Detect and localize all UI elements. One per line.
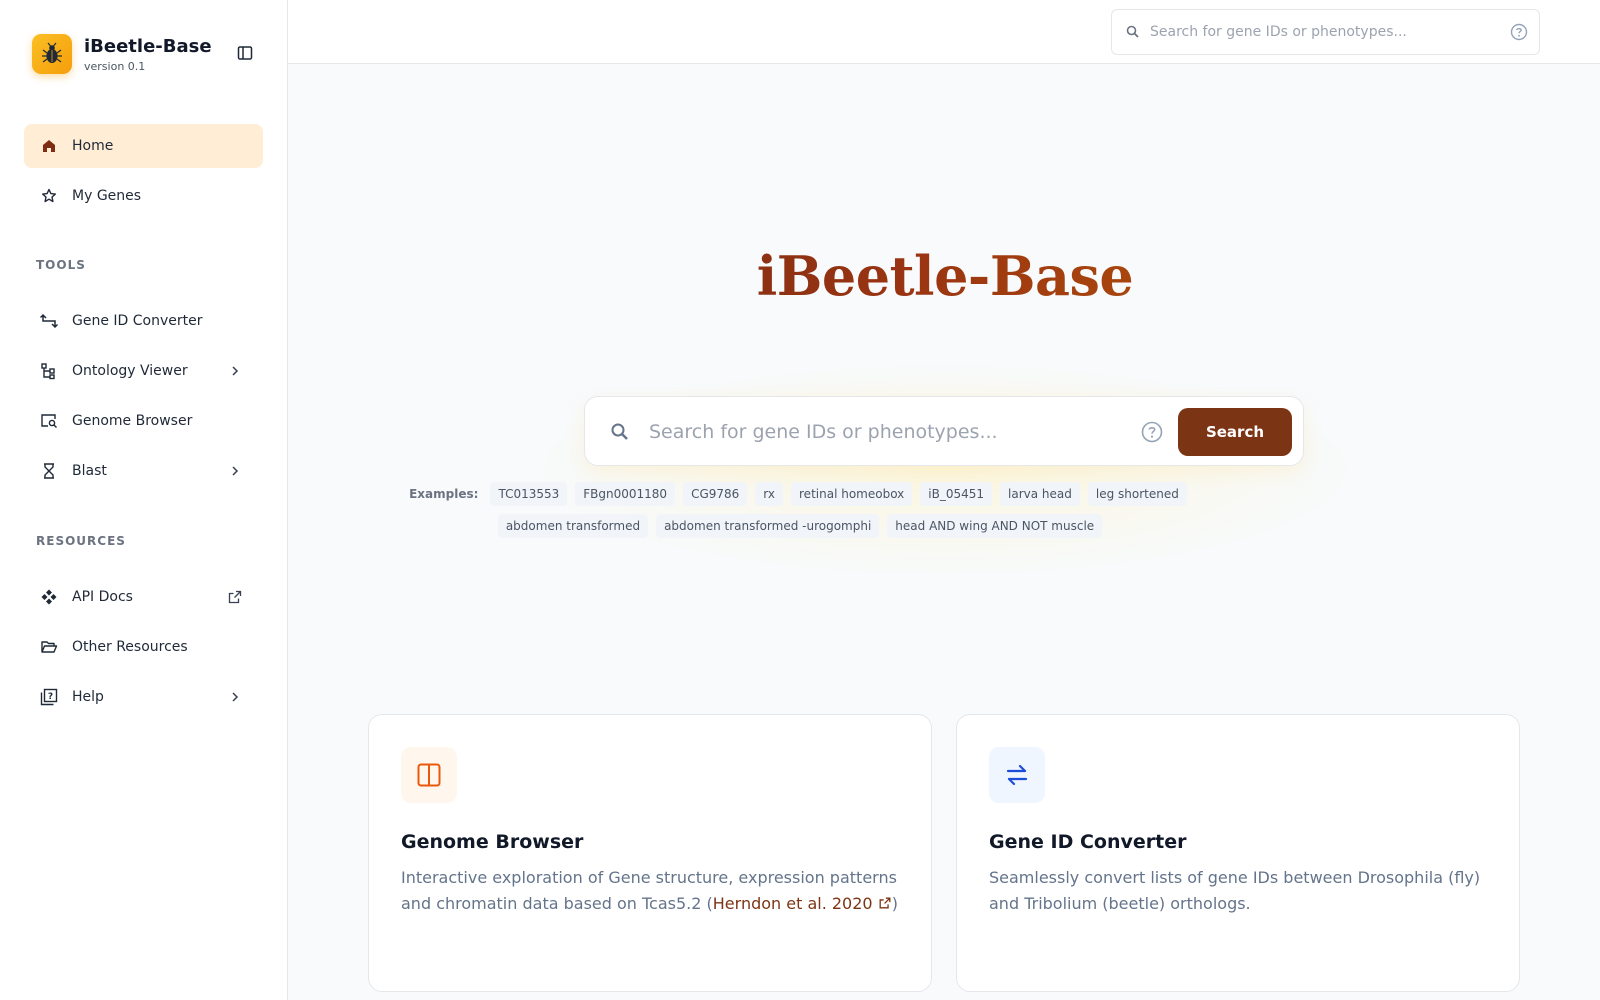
folder-open-icon: [40, 638, 58, 656]
sidebar-item-api-docs[interactable]: API Docs: [24, 575, 263, 619]
api-icon: [40, 588, 58, 606]
search-document-icon: [40, 412, 58, 430]
sidebar-item-label: API Docs: [72, 589, 133, 605]
sidebar-toggle-icon[interactable]: [236, 44, 254, 62]
help-circle-icon[interactable]: [1141, 421, 1163, 447]
chevron-right-icon: [227, 463, 243, 479]
sidebar-item-label: Blast: [72, 463, 107, 479]
sidebar-item-home[interactable]: Home: [24, 124, 263, 168]
sidebar-item-genome-browser[interactable]: Genome Browser: [24, 399, 263, 443]
example-chip[interactable]: head AND wing AND NOT muscle: [887, 514, 1103, 538]
brand-title: iBeetle-Base: [84, 35, 212, 57]
help-circle-icon[interactable]: [1510, 23, 1528, 45]
example-chip[interactable]: TC013553: [490, 482, 568, 506]
hero-title: iBeetle-Base: [580, 240, 1310, 312]
card-description: Seamlessly convert lists of gene IDs bet…: [989, 868, 1481, 913]
sidebar-item-label: Home: [72, 138, 114, 154]
example-chip[interactable]: iB_05451: [920, 482, 993, 506]
sidebar-item-other-resources[interactable]: Other Resources: [24, 625, 263, 669]
sidebar-item-label: Other Resources: [72, 639, 188, 655]
search-icon: [1125, 24, 1141, 44]
examples-label: Examples:: [409, 487, 479, 501]
topbar: [288, 0, 1600, 64]
example-chip[interactable]: larva head: [1000, 482, 1080, 506]
home-icon: [40, 137, 58, 155]
star-icon: [40, 187, 58, 205]
top-search-box[interactable]: [1111, 9, 1540, 55]
example-chip[interactable]: abdomen transformed: [497, 514, 649, 538]
examples-row: Examples: TC013553 FBgn0001180 CG9786 rx ret…: [0, 482, 1600, 506]
svg-text:?: ?: [48, 692, 53, 702]
search-button[interactable]: Search: [1178, 408, 1292, 456]
external-link-icon: [879, 897, 891, 909]
example-chip[interactable]: FBgn0001180: [575, 482, 676, 506]
sidebar-item-label: Gene ID Converter: [72, 313, 203, 329]
examples-row: abdomen transformed abdomen transformed -…: [0, 514, 1600, 538]
beetle-logo-icon: [32, 34, 72, 74]
brand-version: version 0.1: [84, 59, 146, 73]
example-chip[interactable]: rx: [755, 482, 784, 506]
columns-icon: [401, 747, 457, 803]
sidebar-item-label: Ontology Viewer: [72, 363, 188, 379]
sidebar-item-label: My Genes: [72, 188, 142, 204]
sidebar-item-ontology-viewer[interactable]: Ontology Viewer: [24, 349, 263, 393]
chevron-right-icon: [227, 689, 243, 705]
top-search-input[interactable]: [1150, 22, 1490, 42]
sidebar-item-help[interactable]: ? Help: [24, 675, 263, 719]
sidebar-item-label: Help: [72, 689, 104, 705]
convert-icon: [40, 312, 58, 330]
arrows-swap-icon: [989, 747, 1045, 803]
search-icon: [610, 422, 630, 446]
herndon-link[interactable]: Herndon et al. 2020: [713, 894, 892, 913]
hourglass-icon: [40, 462, 58, 480]
example-chip[interactable]: leg shortened: [1087, 482, 1187, 506]
tree-icon: [40, 362, 58, 380]
card-description: Interactive exploration of Gene structur…: [401, 868, 898, 913]
card-title: Genome Browser: [401, 831, 584, 853]
sidebar-item-gene-id-converter[interactable]: Gene ID Converter: [24, 299, 263, 343]
sidebar-item-my-genes[interactable]: My Genes: [24, 174, 263, 218]
hero-glow: [520, 360, 1370, 580]
help-book-icon: ?: [40, 688, 58, 706]
main-search-input[interactable]: [649, 419, 1119, 445]
brand[interactable]: iBeetle-Base version 0.1: [32, 34, 212, 74]
example-chip[interactable]: retinal homeobox: [791, 482, 913, 506]
sidebar-item-label: Genome Browser: [72, 413, 193, 429]
external-link-icon: [227, 589, 243, 605]
chevron-right-icon: [227, 363, 243, 379]
example-chip[interactable]: abdomen transformed -urogomphi: [656, 514, 880, 538]
main-search-box[interactable]: Search: [584, 396, 1304, 466]
section-label-tools: TOOLS: [36, 258, 86, 272]
example-chip[interactable]: CG9786: [683, 482, 748, 506]
gene-id-converter-card[interactable]: Gene ID Converter Seamlessly convert lis…: [956, 714, 1520, 992]
card-title: Gene ID Converter: [989, 831, 1187, 853]
genome-browser-card[interactable]: Genome Browser Interactive exploration o…: [368, 714, 932, 992]
